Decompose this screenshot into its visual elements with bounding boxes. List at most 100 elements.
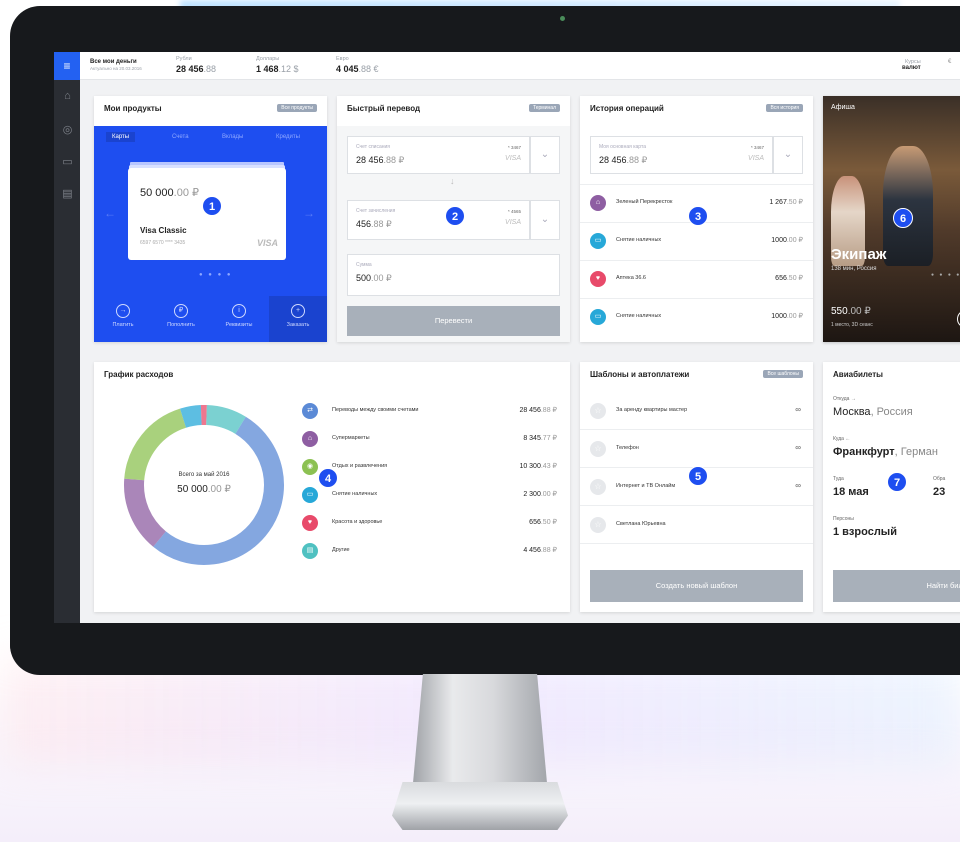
scene: ≡ ⌂ ◎ ▭ ▤ Все мои деньги Актуально на 20… bbox=[0, 0, 960, 842]
products-card: Мои продукты Все продукты Карты Счета Вк… bbox=[94, 96, 327, 342]
transfer-button[interactable]: Перевести bbox=[347, 306, 560, 336]
marker-badge-2: 2 bbox=[445, 206, 465, 226]
expense-category-row[interactable]: ▤ Другие 4 456.88 ₽ bbox=[302, 538, 557, 564]
star-icon: ☆ bbox=[590, 479, 606, 495]
products-title: Мои продукты bbox=[104, 104, 162, 113]
order-button[interactable]: + Заказать bbox=[269, 296, 327, 342]
chevron-down-icon[interactable]: ⌄ bbox=[530, 200, 560, 240]
products-tabs: Карты Счета Вклады Кредиты bbox=[94, 132, 327, 146]
user-icon[interactable]: ◎ bbox=[61, 124, 74, 137]
chevron-down-icon[interactable]: ⌄ bbox=[773, 136, 803, 174]
expense-category-row[interactable]: ◉ Отдых и развлечения 10 300.43 ₽ bbox=[302, 454, 557, 480]
expense-category-name: Супермаркеты bbox=[332, 435, 370, 441]
template-name: Интернет и ТВ Онлайм bbox=[616, 483, 676, 489]
expense-category-name: Другие bbox=[332, 547, 350, 553]
history-row[interactable]: ▭ Снятие наличных 1000.00 ₽ bbox=[580, 298, 813, 334]
card-amount: 50 000.00 ₽ bbox=[140, 187, 200, 199]
templates-title: Шаблоны и автоплатежи bbox=[590, 370, 690, 379]
carousel-dots: ● ● ● ● bbox=[199, 272, 233, 278]
usd-value: 1 468.12 $ bbox=[256, 64, 299, 74]
template-row[interactable]: ☆ Светлана Юрьевна bbox=[580, 506, 813, 544]
autopay-link-icon[interactable]: ∞ bbox=[795, 405, 801, 414]
document-icon[interactable]: ▤ bbox=[61, 188, 74, 201]
history-row[interactable]: ▭ Снятие наличных 1000.00 ₽ bbox=[580, 222, 813, 258]
heart-icon: ♥ bbox=[590, 271, 606, 287]
usd-label: Доллары bbox=[256, 56, 280, 62]
marker-badge-1: 1 bbox=[202, 196, 222, 216]
tab-deposits[interactable]: Вклады bbox=[222, 134, 243, 140]
marker-badge-6: 6 bbox=[893, 208, 913, 228]
donut-slice bbox=[124, 408, 187, 481]
all-products-pill[interactable]: Все продукты bbox=[277, 104, 317, 112]
expense-category-value: 2 300.00 ₽ bbox=[523, 491, 557, 498]
all-money-title: Все мои деньги bbox=[90, 59, 137, 65]
all-money-date: Актуально на 20.03.2016 bbox=[90, 66, 142, 71]
monitor-stand-neck bbox=[412, 674, 548, 794]
from-city-input[interactable]: Москва, Россия bbox=[833, 406, 913, 418]
template-name: Светлана Юрьевна bbox=[616, 521, 666, 527]
tab-accounts[interactable]: Счета bbox=[172, 134, 189, 140]
expense-category-value: 10 300.43 ₽ bbox=[519, 463, 557, 470]
all-money[interactable]: Все мои деньги Актуально на 20.03.2016 bbox=[90, 59, 142, 71]
tab-cards[interactable]: Карты bbox=[106, 132, 136, 142]
history-title: История операций bbox=[590, 104, 664, 113]
afisha-title: Афиша bbox=[831, 104, 855, 111]
all-history-pill[interactable]: Вся история bbox=[766, 104, 803, 112]
history-row[interactable]: ♥ Аптека 36.6 656.50 ₽ bbox=[580, 260, 813, 296]
quick-transfer-card: Быстрый перевод Терминал Счет списания 2… bbox=[337, 96, 570, 342]
cash-icon: ▭ bbox=[302, 487, 318, 503]
back-date-input[interactable]: 23 bbox=[933, 486, 945, 498]
marker-badge-4: 4 bbox=[318, 468, 338, 488]
expense-category-name: Снятие наличных bbox=[332, 491, 378, 497]
history-row-value: 1000.00 ₽ bbox=[771, 237, 803, 244]
expense-category-value: 656.50 ₽ bbox=[529, 519, 557, 526]
card-icon[interactable]: ▭ bbox=[61, 156, 74, 169]
prev-arrow-icon[interactable]: ← bbox=[104, 206, 116, 220]
expense-category-row[interactable]: ⌂ Супермаркеты 8 345.77 ₽ bbox=[302, 426, 557, 452]
history-row-name: Зеленый Перекресток bbox=[616, 199, 673, 205]
menu-icon[interactable]: ≡ bbox=[54, 52, 80, 80]
ticket-meta: 1 место, 3D сеанс bbox=[831, 322, 873, 328]
history-row-name: Снятие наличных bbox=[616, 313, 662, 319]
home-icon[interactable]: ⌂ bbox=[61, 90, 74, 103]
chevron-down-icon[interactable]: ⌄ bbox=[530, 136, 560, 174]
details-button[interactable]: i Реквизиты bbox=[210, 296, 268, 342]
from-account-field[interactable]: Счет списания 28 456.88 ₽ * 3467 VISA bbox=[347, 136, 530, 174]
expense-category-row[interactable]: ▭ Снятие наличных 2 300.00 ₽ bbox=[302, 482, 557, 508]
history-row-name: Снятие наличных bbox=[616, 237, 662, 243]
monitor-chin bbox=[10, 623, 960, 675]
terminal-pill[interactable]: Терминал bbox=[528, 104, 560, 112]
expense-category-row[interactable]: ♥ Красота и здоровье 656.50 ₽ bbox=[302, 510, 557, 536]
rates-extra: € bbox=[948, 59, 952, 65]
expense-category-value: 8 345.77 ₽ bbox=[523, 435, 557, 442]
movie-title: Экипаж bbox=[831, 246, 887, 263]
exchange-rates[interactable]: Курсы валют bbox=[902, 59, 921, 71]
template-row[interactable]: ☆ Телефон ∞ bbox=[580, 430, 813, 468]
tab-credits[interactable]: Кредиты bbox=[276, 134, 300, 140]
sum-field[interactable]: Сумма 500.00 ₽ bbox=[347, 254, 560, 296]
carousel-dots: ● ● ● ● bbox=[931, 272, 960, 278]
to-account-field[interactable]: Счет зачисления 456.88 ₽ * 4565 VISA bbox=[347, 200, 530, 240]
next-arrow-icon[interactable]: → bbox=[303, 206, 315, 220]
there-date-input[interactable]: 18 мая bbox=[833, 486, 869, 498]
topbar: Все мои деньги Актуально на 20.03.2016 Р… bbox=[80, 52, 960, 80]
find-tickets-button[interactable]: Найти биле bbox=[833, 570, 960, 602]
sidebar: ≡ ⌂ ◎ ▭ ▤ bbox=[54, 52, 80, 623]
history-card-select[interactable]: Моя основная карта 28 456.88 ₽ * 3467 VI… bbox=[590, 136, 773, 174]
template-row[interactable]: ☆ За аренду квартиры мастер ∞ bbox=[580, 392, 813, 430]
autopay-link-icon[interactable]: ∞ bbox=[795, 443, 801, 452]
persons-select[interactable]: 1 взрослый bbox=[833, 526, 897, 538]
history-row-value: 1000.00 ₽ bbox=[771, 313, 803, 320]
autopay-link-icon[interactable]: ∞ bbox=[795, 481, 801, 490]
pay-button[interactable]: → Платить bbox=[94, 296, 152, 342]
afisha-card[interactable]: Афиша Экипаж 138 мин, Россия 550.00 ₽ 1 … bbox=[823, 96, 960, 342]
avia-title: Авиабилеты bbox=[833, 370, 883, 379]
topup-button[interactable]: ₽ Пополнить bbox=[152, 296, 210, 342]
all-templates-pill[interactable]: Все шаблоны bbox=[763, 370, 803, 378]
create-template-button[interactable]: Создать новый шаблон bbox=[590, 570, 803, 602]
to-city-input[interactable]: Франкфурт, Герман bbox=[833, 446, 938, 458]
star-icon: ☆ bbox=[590, 403, 606, 419]
expense-category-row[interactable]: ⇄ Переводы между своими счетами 28 456.88 … bbox=[302, 398, 557, 424]
eur-label: Евро bbox=[336, 56, 349, 62]
donut-slice bbox=[205, 405, 246, 435]
